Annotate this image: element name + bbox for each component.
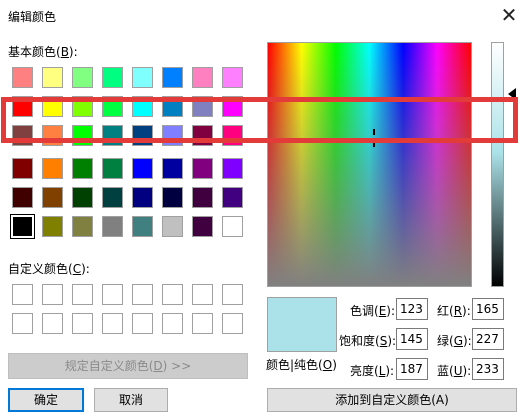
color-preview [267,297,337,352]
ok-button[interactable]: 确定 [8,388,84,412]
custom-color-swatch[interactable] [72,313,93,334]
basic-color-swatch[interactable] [72,125,93,146]
luminosity-label: 亮度(L): [350,364,395,378]
basic-color-swatch[interactable] [222,96,243,117]
crosshair-icon-right [379,138,385,140]
basic-color-swatch[interactable] [192,67,213,88]
luminosity-arrow-icon[interactable] [508,88,516,100]
green-field[interactable]: 227 [472,328,504,350]
custom-colors-label: 自定义颜色(C): [8,262,90,276]
luminosity-slider[interactable] [491,42,504,287]
custom-color-swatch[interactable] [72,284,93,305]
basic-color-swatch[interactable] [102,158,123,179]
basic-color-swatch[interactable] [162,96,183,117]
custom-color-swatch[interactable] [132,313,153,334]
blue-field[interactable]: 233 [472,358,504,380]
custom-color-swatch[interactable] [42,284,63,305]
hue-field[interactable]: 123 [396,298,428,320]
green-label: 绿(G): [437,334,472,348]
basic-colors-label: 基本颜色(B): [8,45,78,59]
crosshair-icon [373,129,375,135]
basic-color-swatch[interactable] [42,67,63,88]
basic-color-swatch[interactable] [72,158,93,179]
preview-label[interactable]: 颜色|纯色(O) [266,356,337,373]
basic-color-swatch[interactable] [192,187,213,208]
custom-color-swatch[interactable] [42,313,63,334]
basic-color-swatch[interactable] [102,67,123,88]
custom-color-swatch[interactable] [222,284,243,305]
define-custom-colors-button[interactable]: 规定自定义颜色(D) >> [8,353,248,379]
crosshair-icon-left [365,138,371,140]
basic-color-swatch[interactable] [132,96,153,117]
custom-color-swatch[interactable] [162,284,183,305]
basic-color-swatch[interactable] [42,187,63,208]
basic-color-swatch[interactable] [12,158,33,179]
crosshair-icon-bottom [373,141,375,147]
basic-color-swatch[interactable] [12,187,33,208]
basic-color-swatch[interactable] [162,187,183,208]
basic-color-swatch[interactable] [222,216,243,237]
basic-color-swatch[interactable] [42,158,63,179]
basic-color-swatch[interactable] [162,67,183,88]
basic-color-swatch[interactable] [72,187,93,208]
blue-label: 蓝(U): [437,364,472,378]
custom-color-swatch[interactable] [12,313,33,334]
window-title: 编辑颜色 [8,10,57,24]
basic-color-swatch[interactable] [162,125,183,146]
basic-color-swatch[interactable] [222,158,243,179]
custom-color-swatch[interactable] [222,313,243,334]
basic-color-swatch[interactable] [192,216,213,237]
luminosity-field[interactable]: 187 [396,358,428,380]
basic-color-swatch[interactable] [222,125,243,146]
basic-color-swatch[interactable] [12,96,33,117]
cancel-button[interactable]: 取消 [94,388,168,412]
basic-color-swatch[interactable] [222,67,243,88]
basic-color-swatch[interactable] [42,216,63,237]
basic-color-swatch[interactable] [132,125,153,146]
basic-color-swatch[interactable] [192,158,213,179]
basic-color-swatch[interactable] [192,96,213,117]
red-field[interactable]: 165 [472,298,504,320]
red-label: 红(R): [437,304,471,318]
basic-color-swatch[interactable] [102,125,123,146]
saturation-field[interactable]: 145 [396,328,428,350]
color-spectrum[interactable] [267,42,472,287]
add-to-custom-colors-button[interactable]: 添加到自定义颜色(A) [267,388,517,412]
basic-color-swatch[interactable] [72,216,93,237]
basic-color-swatch[interactable] [102,187,123,208]
basic-color-swatch[interactable] [42,96,63,117]
saturation-label: 饱和度(S): [339,334,397,348]
basic-color-swatch[interactable] [42,125,63,146]
basic-color-swatch[interactable] [72,96,93,117]
basic-color-swatch[interactable] [162,158,183,179]
basic-color-swatch[interactable] [192,125,213,146]
close-icon[interactable]: ✕ [494,2,524,28]
custom-color-swatch[interactable] [162,313,183,334]
custom-color-swatch[interactable] [12,284,33,305]
basic-color-swatch[interactable] [12,67,33,88]
custom-color-swatch[interactable] [192,313,213,334]
basic-color-swatch[interactable] [132,216,153,237]
basic-color-swatch[interactable] [10,214,35,239]
basic-color-swatch[interactable] [162,216,183,237]
basic-color-swatch[interactable] [132,158,153,179]
basic-color-swatch[interactable] [72,67,93,88]
custom-color-swatch[interactable] [192,284,213,305]
custom-color-swatch[interactable] [132,284,153,305]
hue-label: 色调(E): [350,304,396,318]
custom-color-swatch[interactable] [102,313,123,334]
custom-color-swatch[interactable] [102,284,123,305]
basic-color-swatch[interactable] [12,125,33,146]
basic-color-swatch[interactable] [222,187,243,208]
basic-color-swatch[interactable] [132,67,153,88]
basic-color-swatch[interactable] [102,96,123,117]
basic-color-swatch[interactable] [132,187,153,208]
basic-color-swatch[interactable] [102,216,123,237]
